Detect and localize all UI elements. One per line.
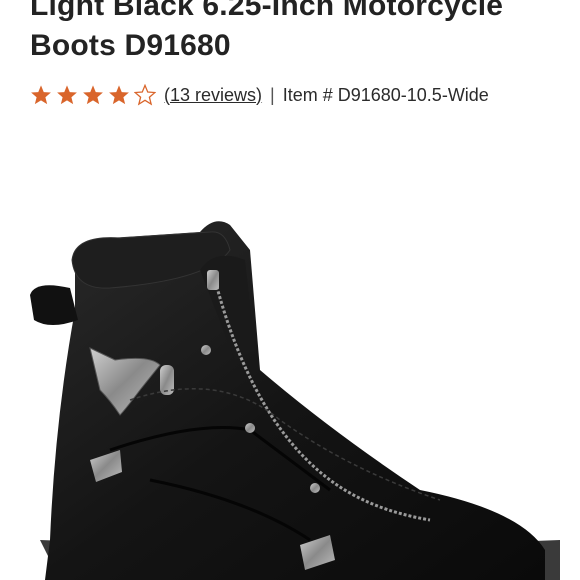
separator: |	[270, 84, 275, 105]
product-image[interactable]	[0, 120, 580, 580]
star-filled-icon	[83, 85, 103, 105]
star-filled-icon	[31, 85, 51, 105]
product-title: Light Black 6.25-Inch Motorcycle Boots D…	[30, 0, 575, 66]
rating-row: (13 reviews) | Item # D91680-10.5-Wide	[30, 80, 489, 110]
item-number: Item # D91680-10.5-Wide	[282, 84, 489, 105]
boot-illustration	[30, 221, 560, 580]
star-outline-icon	[134, 84, 156, 106]
reviews-link[interactable]: (13 reviews)	[164, 85, 262, 106]
product-title-line-1: Light Black 6.25-Inch Motorcycle	[30, 0, 504, 22]
star-filled-icon	[57, 85, 77, 105]
product-title-line-2: Boots D91680	[30, 29, 231, 62]
star-filled-icon	[109, 85, 129, 105]
star-rating	[30, 84, 156, 106]
